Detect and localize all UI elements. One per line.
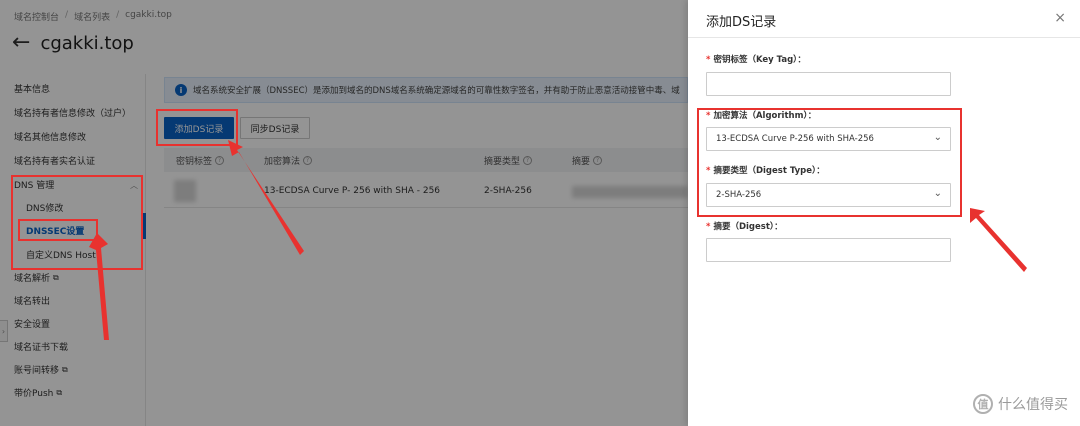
key-tag-input[interactable]: [706, 72, 951, 96]
key-tag-label: * 密钥标签（Key Tag）：: [706, 55, 806, 65]
close-icon[interactable]: ×: [1054, 10, 1066, 26]
drawer-header: 添加DS记录 ×: [688, 0, 1080, 38]
annotation-box-algorithm-digest: [697, 108, 962, 217]
annotation-box-dnssec: [18, 219, 98, 241]
watermark-text: 什么值得买: [998, 397, 1068, 413]
drawer-title: 添加DS记录: [706, 15, 777, 30]
digest-label: * 摘要（Digest）：: [706, 222, 783, 232]
annotation-box-add-ds: [156, 109, 238, 146]
digest-input[interactable]: [706, 238, 951, 262]
watermark-logo-icon: 值: [973, 394, 993, 414]
required-mark: *: [706, 55, 711, 65]
required-mark: *: [706, 222, 711, 232]
watermark: 值 什么值得买: [973, 394, 1068, 414]
